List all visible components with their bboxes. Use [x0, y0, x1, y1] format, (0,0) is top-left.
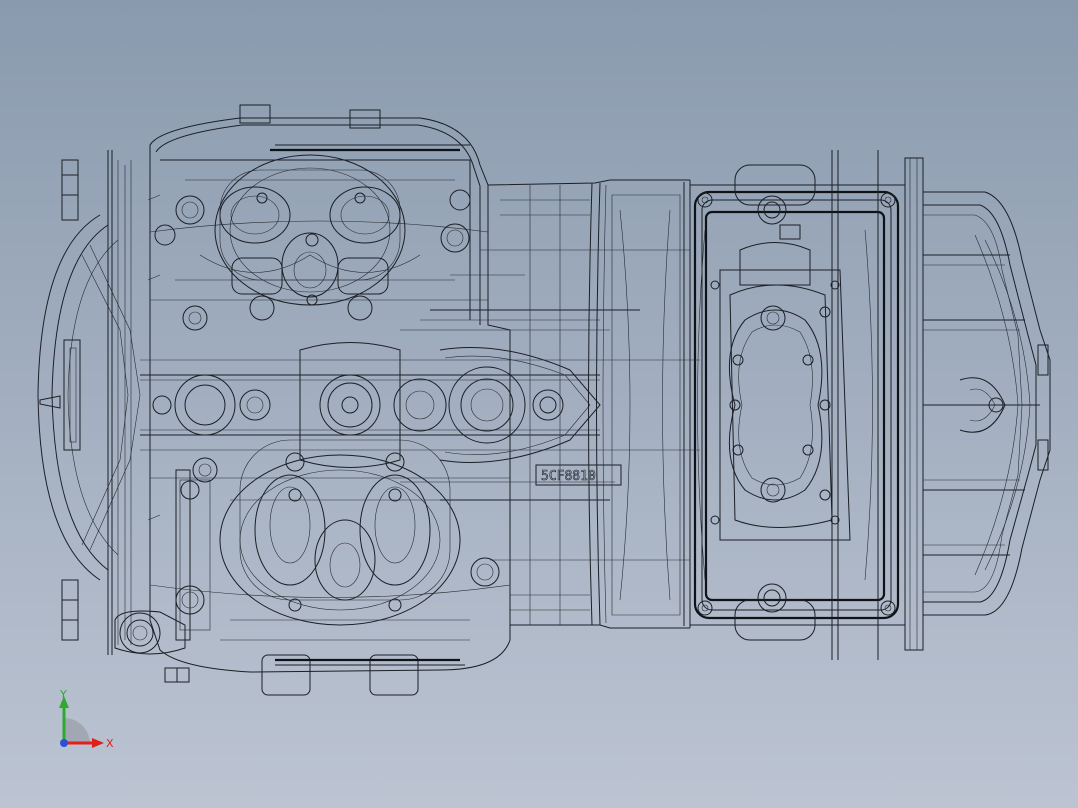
upper-cylinder-bank	[154, 154, 471, 331]
part-number-stamp: 5CF8810	[541, 469, 596, 484]
triad-plane-shading	[64, 718, 90, 743]
center-housing: 5CF8810	[487, 179, 691, 629]
z-axis-dot	[60, 739, 68, 747]
wireframe-model[interactable]: 5CF8810	[0, 0, 1078, 808]
construction-lines	[140, 249, 700, 561]
motor-housing	[689, 150, 906, 660]
graphics-viewport[interactable]: 5CF8810 Y X	[0, 0, 1078, 808]
x-axis-arrowhead	[92, 738, 104, 748]
orientation-triad[interactable]: Y X	[50, 688, 120, 758]
end-cap	[904, 157, 1051, 651]
crankshaft-row	[140, 274, 640, 501]
y-axis-label: Y	[59, 688, 67, 701]
lower-cylinder-bank	[114, 439, 500, 655]
x-axis-label: X	[106, 737, 114, 750]
left-flange	[37, 150, 141, 655]
